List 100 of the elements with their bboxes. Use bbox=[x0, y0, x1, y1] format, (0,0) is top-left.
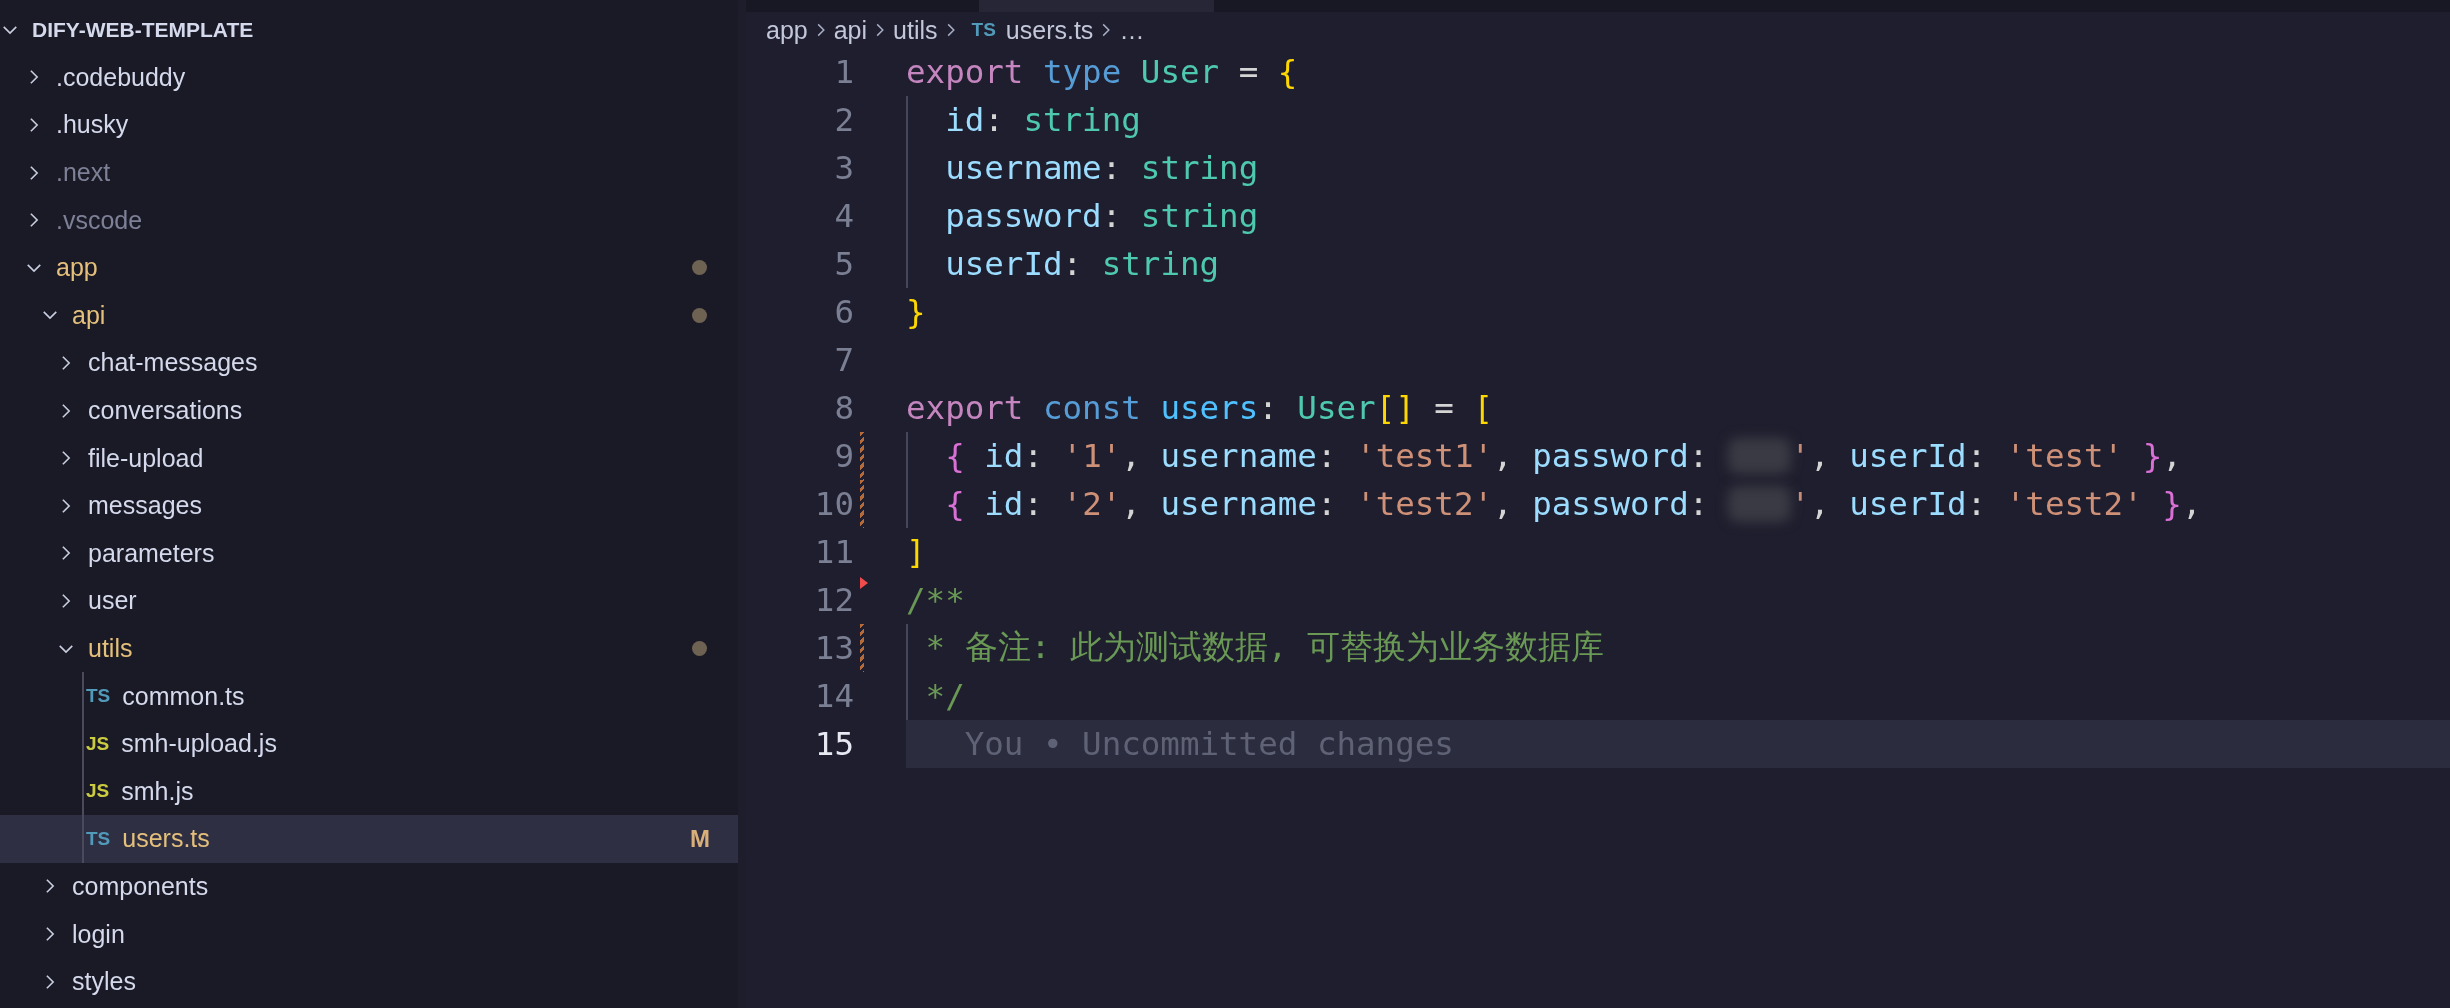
code-token: User bbox=[1140, 53, 1220, 91]
git-status-letter: M bbox=[690, 824, 710, 853]
file-name: components bbox=[72, 872, 209, 901]
code-token: , bbox=[1810, 485, 1831, 523]
line-number: 6 bbox=[833, 293, 854, 331]
code-token: : bbox=[1023, 485, 1044, 523]
file-name: app bbox=[56, 253, 98, 283]
line-number: 14 bbox=[813, 677, 854, 715]
file-name: .codebuddy bbox=[56, 62, 186, 92]
code-token: username bbox=[1160, 485, 1317, 523]
folder-item[interactable]: api bbox=[0, 291, 738, 340]
file-item[interactable]: TS common.ts bbox=[0, 672, 738, 720]
code-token: username bbox=[1160, 437, 1317, 475]
code-token: } bbox=[2162, 485, 2182, 523]
code-token: password bbox=[1532, 437, 1689, 475]
line-number: 11 bbox=[813, 533, 854, 571]
code-token: : bbox=[1966, 485, 1988, 523]
breadcrumb-item[interactable]: app bbox=[766, 15, 808, 45]
folder-item[interactable]: .next bbox=[0, 148, 738, 197]
code-token: : bbox=[1023, 437, 1044, 475]
explorer-root-header[interactable]: DIFY-WEB-TEMPLATE bbox=[0, 6, 738, 54]
file-type-icon: TS bbox=[86, 685, 111, 708]
code-token: ' bbox=[1790, 485, 1811, 523]
code-token: '1' bbox=[1062, 437, 1122, 475]
folder-item[interactable]: messages bbox=[0, 481, 738, 530]
code-token: type bbox=[1042, 53, 1123, 91]
folder-item[interactable]: file-upload bbox=[0, 434, 738, 482]
file-item[interactable]: JS smh-upload.js bbox=[0, 719, 738, 768]
code-token: username bbox=[944, 149, 1102, 187]
code-token: string bbox=[1101, 245, 1220, 283]
code-token: id bbox=[984, 437, 1024, 475]
code-token: : bbox=[1688, 437, 1710, 475]
file-type-icon: JS bbox=[86, 780, 110, 803]
file-item[interactable]: TS users.ts M bbox=[0, 815, 738, 863]
code-token: /** bbox=[906, 581, 965, 619]
redacted-blur bbox=[1727, 486, 1791, 522]
folder-item[interactable]: .codebuddy bbox=[0, 53, 738, 102]
code-token: : bbox=[1316, 437, 1338, 475]
file-name: file-upload bbox=[88, 443, 204, 473]
code-token: , bbox=[2181, 485, 2202, 523]
code-token: 'test1' bbox=[1356, 437, 1494, 475]
code-token: password bbox=[944, 197, 1102, 235]
folder-item[interactable]: login bbox=[0, 910, 738, 958]
code-token: : bbox=[1966, 437, 1988, 475]
file-name: .next bbox=[56, 158, 111, 188]
code-token: } bbox=[906, 293, 926, 331]
code-token: : bbox=[1062, 245, 1084, 283]
folder-item[interactable]: user bbox=[0, 577, 738, 625]
folder-item[interactable]: app bbox=[0, 243, 738, 292]
code-token: { bbox=[1277, 53, 1298, 91]
code-token: users bbox=[1160, 389, 1259, 427]
code-token: * 备注: 此为测试数据, 可替换为业务数据库 bbox=[924, 627, 1604, 668]
file-name: login bbox=[72, 919, 125, 949]
code-token: string bbox=[1140, 149, 1259, 187]
folder-item[interactable]: parameters bbox=[0, 529, 738, 578]
file-name: chat-messages bbox=[88, 348, 258, 378]
line-number: 15 bbox=[813, 725, 854, 763]
code-token: User bbox=[1297, 389, 1376, 427]
code-token: = bbox=[1433, 389, 1455, 427]
code-token: { bbox=[944, 437, 966, 475]
file-name: styles bbox=[72, 967, 136, 997]
code-token: { bbox=[944, 485, 966, 523]
breadcrumb-item[interactable]: users.ts bbox=[1005, 15, 1094, 45]
file-item[interactable]: JS smh.js bbox=[0, 767, 738, 816]
code-token: string bbox=[1140, 197, 1259, 235]
code-token: id bbox=[944, 101, 985, 139]
breadcrumb-item[interactable]: … bbox=[1119, 15, 1145, 45]
redacted-blur bbox=[1727, 438, 1791, 474]
folder-item[interactable]: conversations bbox=[0, 386, 738, 435]
code-token: string bbox=[1023, 101, 1141, 139]
line-number: 7 bbox=[833, 341, 854, 379]
folder-item[interactable]: chat-messages bbox=[0, 339, 738, 387]
breadcrumb-item[interactable]: api bbox=[833, 15, 868, 45]
folder-item[interactable]: components bbox=[0, 862, 738, 911]
code-token: = bbox=[1237, 53, 1260, 91]
code-token: ' bbox=[1790, 437, 1811, 475]
folder-item[interactable]: utils bbox=[0, 624, 738, 673]
line-number: 8 bbox=[833, 389, 854, 427]
file-name: smh-upload.js bbox=[121, 729, 277, 759]
code-token: : bbox=[1101, 149, 1123, 187]
file-name: users.ts bbox=[122, 824, 210, 854]
folder-item[interactable]: .vscode bbox=[0, 196, 738, 244]
file-name: user bbox=[88, 586, 137, 616]
file-name: conversations bbox=[88, 396, 243, 426]
code-token: 'test2' bbox=[2005, 485, 2144, 523]
line-number: 9 bbox=[833, 437, 854, 475]
code-token: , bbox=[2162, 437, 2182, 475]
file-name: messages bbox=[88, 491, 202, 521]
breadcrumb-item[interactable]: utils bbox=[893, 15, 938, 45]
line-number: 13 bbox=[813, 629, 854, 667]
code-token: : bbox=[984, 101, 1005, 139]
file-name: api bbox=[72, 300, 106, 330]
code-token: userId bbox=[944, 245, 1063, 283]
line-number: 1 bbox=[833, 53, 854, 91]
code-token: , bbox=[1493, 485, 1514, 523]
file-name: common.ts bbox=[122, 681, 245, 711]
line-number: 2 bbox=[833, 101, 854, 139]
folder-item[interactable]: styles bbox=[0, 957, 738, 1006]
folder-item[interactable]: .husky bbox=[0, 101, 738, 149]
code-token: , bbox=[1121, 485, 1142, 523]
